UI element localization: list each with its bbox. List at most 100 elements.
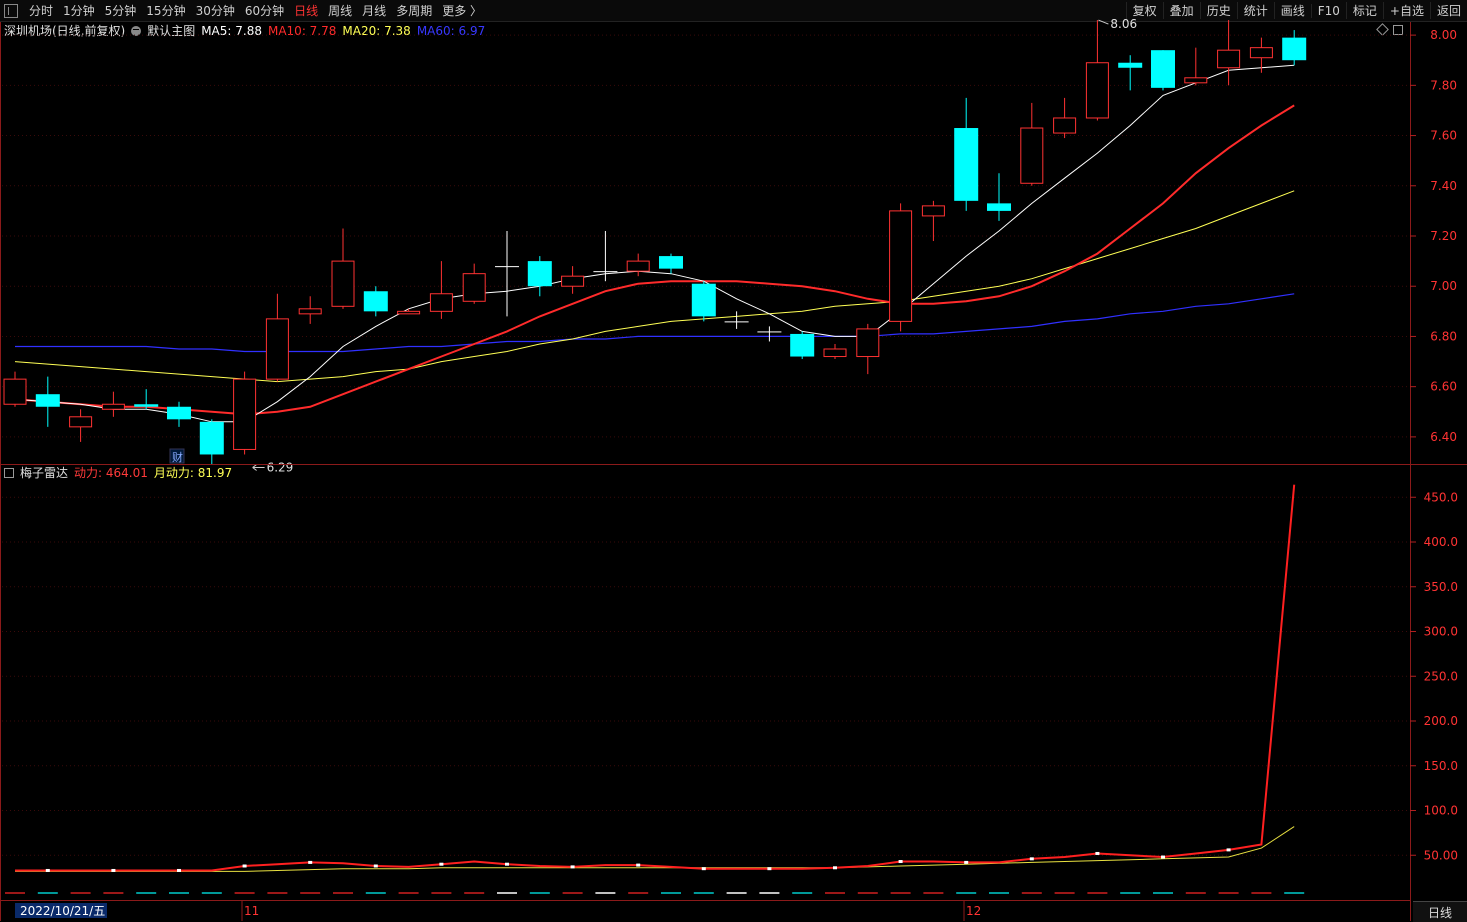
toolbar-button-2[interactable]: 历史	[1199, 2, 1237, 19]
period-tab-2[interactable]: 5分钟	[100, 2, 142, 19]
dongli-marker	[833, 866, 837, 870]
ma60-line	[15, 293, 1295, 353]
candle	[35, 376, 60, 427]
main-y-tick-label: 7.20	[1430, 229, 1457, 243]
candle	[298, 296, 322, 324]
period-tab-4[interactable]: 30分钟	[191, 2, 240, 19]
candle	[1282, 30, 1307, 66]
toolbar-button-3[interactable]: 统计	[1236, 2, 1274, 19]
main-y-tick-label: 6.80	[1430, 329, 1457, 343]
candle-body	[1184, 77, 1208, 84]
candle-body	[1249, 47, 1273, 59]
ind-y-tick-label: 400.0	[1424, 535, 1458, 549]
period-tab-1[interactable]: 1分钟	[58, 2, 100, 19]
candle	[790, 331, 815, 360]
ma10-label: MA10: 7.78	[267, 23, 337, 38]
candle-body	[1085, 62, 1109, 119]
candle	[429, 261, 453, 319]
period-tab-6[interactable]: 日线	[289, 2, 323, 19]
candle	[1053, 97, 1077, 139]
dongli-marker	[701, 867, 706, 871]
low-arrow	[252, 464, 265, 471]
candle	[199, 419, 224, 465]
yuedongli-line	[15, 826, 1295, 872]
dongli-marker	[177, 868, 181, 872]
toolbar-button-4[interactable]: 画线	[1273, 2, 1311, 19]
main-y-tick-label: 7.00	[1430, 279, 1457, 293]
dongli-line	[15, 484, 1296, 872]
dongli-marker	[570, 865, 575, 869]
candle-body	[1217, 49, 1241, 69]
ma5-label: MA5: 7.88	[201, 23, 262, 38]
candle-body	[298, 308, 322, 315]
ma20-label: MA20: 7.38	[342, 23, 411, 38]
kline-chart[interactable]: 8.066.29财 8.007.807.607.407.207.006.806.…	[0, 0, 1467, 921]
template-name[interactable]: 默认主图	[147, 22, 195, 39]
yuedongli-label: 月动力: 81.97	[153, 466, 233, 480]
square-icon[interactable]	[1393, 25, 1403, 35]
candle-body	[265, 318, 289, 380]
candle	[363, 286, 388, 317]
date-label: 2022/10/21/五	[20, 904, 105, 918]
candle-body	[1151, 50, 1175, 88]
candle	[1118, 55, 1143, 91]
candle-body	[987, 203, 1011, 211]
candle-body	[331, 260, 355, 307]
candle-body	[889, 210, 913, 322]
dongli-marker	[1029, 857, 1034, 861]
month-label-11: 11	[244, 904, 259, 918]
candle	[889, 203, 913, 332]
period-tab-0[interactable]: 分时	[24, 2, 58, 19]
candle	[462, 263, 486, 304]
period-tab-9[interactable]: 多周期	[391, 2, 437, 19]
dongli-marker	[439, 862, 444, 866]
main-y-tick-label: 6.60	[1430, 380, 1457, 394]
ind-y-tick-label: 350.0	[1424, 580, 1458, 594]
panel-toggle-icon[interactable]	[4, 3, 18, 18]
toolbar-button-5[interactable]: F10	[1310, 3, 1346, 18]
indicator-menu-icon[interactable]	[4, 467, 14, 478]
dongli-marker	[1161, 855, 1165, 859]
period-tab-10[interactable]: 更多 〉	[437, 2, 487, 19]
dongli-marker	[964, 860, 969, 864]
candle-body	[593, 271, 618, 273]
period-tab-7[interactable]: 周线	[323, 2, 357, 19]
eye-icon[interactable]	[131, 25, 142, 36]
ind-y-tick-label: 450.0	[1424, 490, 1458, 504]
candle	[397, 308, 421, 315]
candle	[495, 230, 519, 317]
candle-body	[101, 403, 125, 410]
dongli-marker	[1226, 848, 1231, 852]
diamond-icon[interactable]	[1376, 23, 1389, 36]
indicator-name[interactable]: 梅子雷达	[20, 464, 68, 481]
candle-body	[823, 348, 847, 358]
candle	[265, 293, 289, 382]
candle-body	[167, 406, 191, 420]
main-y-tick-label: 7.80	[1430, 78, 1457, 92]
period-tab-8[interactable]: 月线	[357, 2, 391, 19]
toolbar-button-8[interactable]: 返回	[1429, 2, 1467, 19]
candle-body	[527, 261, 552, 287]
period-tab-3[interactable]: 15分钟	[141, 2, 190, 19]
candle	[823, 343, 847, 360]
candle-body	[790, 333, 815, 357]
candle	[69, 409, 93, 442]
dongli-marker	[111, 868, 116, 872]
toolbar-button-7[interactable]: +自选	[1382, 2, 1430, 19]
candle	[233, 371, 257, 455]
month-label-12: 12	[966, 904, 981, 918]
period-tab-5[interactable]: 60分钟	[240, 2, 289, 19]
bottom-period-tab[interactable]: 日线	[1413, 901, 1467, 922]
candle-body	[233, 378, 257, 450]
toolbar-button-6[interactable]: 标记	[1345, 2, 1383, 19]
candle-body	[429, 293, 453, 312]
toolbar-button-1[interactable]: 叠加	[1162, 2, 1200, 19]
ind-y-tick-label: 300.0	[1424, 625, 1458, 639]
candle-body	[856, 328, 880, 358]
candle-body	[134, 404, 159, 407]
candle	[1085, 20, 1109, 121]
toolbar-button-0[interactable]: 复权	[1125, 2, 1163, 19]
candle-body	[561, 275, 585, 287]
ma5-line	[14, 64, 1295, 423]
main-y-tick-label: 7.40	[1430, 179, 1457, 193]
